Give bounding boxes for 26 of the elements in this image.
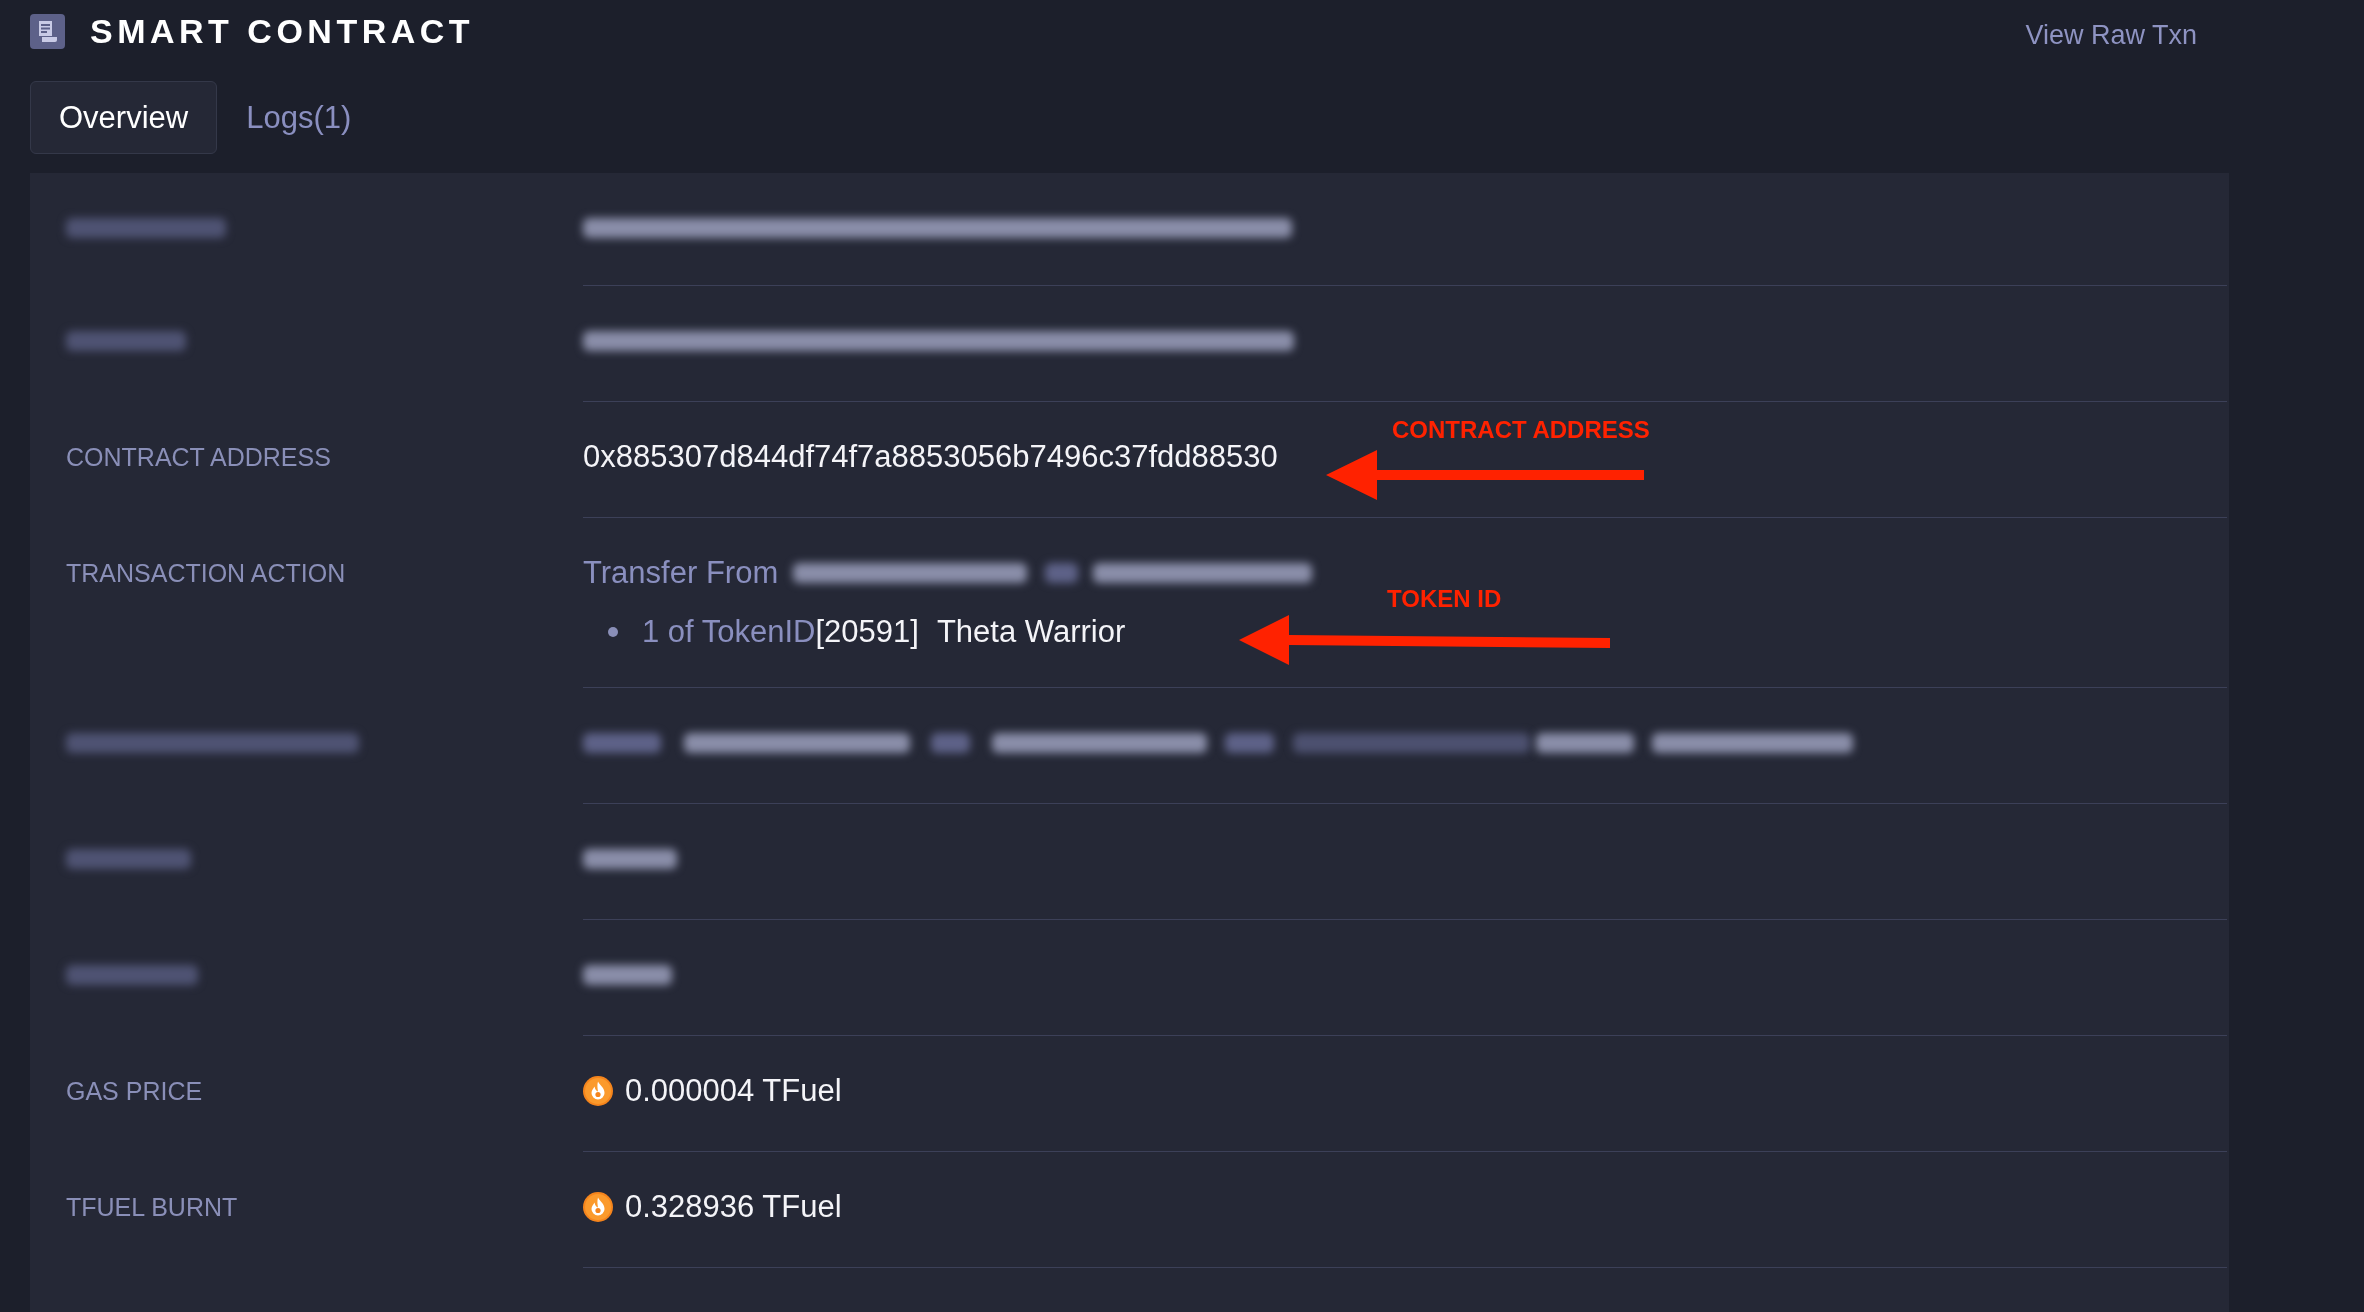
annotation-label: CONTRACT ADDRESS	[1392, 415, 1650, 445]
arrow-icon	[1326, 449, 1644, 501]
tab[interactable]: Overview	[30, 81, 218, 154]
token-id-text: [20591]	[815, 614, 919, 650]
field-label: GAS PRICE	[66, 1076, 203, 1107]
bullet-icon	[608, 627, 618, 637]
field-label: TRANSACTION ACTION	[66, 558, 346, 589]
amount-text: 0.328936 TFuel	[625, 1189, 842, 1225]
view-raw-txn-link[interactable]: View Raw Txn	[2025, 18, 2197, 52]
blurred-text	[931, 733, 970, 753]
blurred-text	[1045, 563, 1079, 583]
flame-coin-icon	[583, 1076, 613, 1106]
amount-text: 0.000004 TFuel	[625, 1073, 842, 1109]
flame-coin-icon	[583, 1192, 613, 1222]
document-icon	[30, 13, 65, 49]
field-label: CONTRACT ADDRESS	[66, 442, 331, 473]
blurred-text	[1225, 733, 1274, 753]
tab[interactable]: Logs(1)	[217, 81, 381, 154]
token-quantity-text: 1 of TokenID	[642, 614, 816, 650]
arrow-icon	[1239, 614, 1610, 668]
transfer-from-text: Transfer From	[583, 555, 779, 591]
page-title: SMART CONTRACT	[90, 11, 475, 51]
annotation-label: TOKEN ID	[1387, 584, 1502, 614]
field-label: TFUEL BURNT	[66, 1192, 238, 1223]
contract-address-text: 0x885307d844df74f7a8853056b7496c37fdd88530	[583, 439, 1278, 474]
token-name-text: Theta Warrior	[936, 614, 1126, 650]
